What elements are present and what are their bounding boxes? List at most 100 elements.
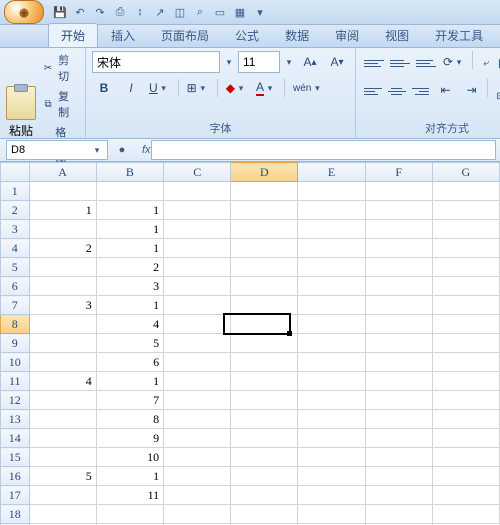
col-header-F[interactable]: F bbox=[365, 163, 432, 182]
orientation-button[interactable]: ⟳▾ bbox=[440, 51, 468, 73]
cell-B18[interactable] bbox=[96, 505, 163, 524]
cell-C5[interactable] bbox=[164, 258, 231, 277]
row-header-15[interactable]: 15 bbox=[1, 448, 30, 467]
cell-G11[interactable] bbox=[432, 372, 499, 391]
col-header-A[interactable]: A bbox=[29, 163, 96, 182]
cell-E16[interactable] bbox=[298, 467, 365, 486]
cell-E14[interactable] bbox=[298, 429, 365, 448]
name-box[interactable]: D8▾ bbox=[6, 140, 108, 160]
formula-input[interactable] bbox=[151, 140, 496, 160]
cell-A7[interactable]: 3 bbox=[29, 296, 96, 315]
cell-A4[interactable]: 2 bbox=[29, 239, 96, 258]
office-button[interactable]: ◉ bbox=[4, 0, 44, 24]
cell-C17[interactable] bbox=[164, 486, 231, 505]
cell-G9[interactable] bbox=[432, 334, 499, 353]
italic-button[interactable]: I bbox=[119, 77, 143, 99]
cell-D6[interactable] bbox=[231, 277, 298, 296]
cell-G5[interactable] bbox=[432, 258, 499, 277]
cell-C15[interactable] bbox=[164, 448, 231, 467]
align-top-button[interactable] bbox=[362, 51, 386, 75]
cell-F6[interactable] bbox=[365, 277, 432, 296]
row-header-2[interactable]: 2 bbox=[1, 201, 30, 220]
cell-B3[interactable]: 1 bbox=[96, 220, 163, 239]
cell-C9[interactable] bbox=[164, 334, 231, 353]
cell-B12[interactable]: 7 bbox=[96, 391, 163, 410]
more-icon[interactable]: ▾ bbox=[252, 4, 268, 20]
row-header-4[interactable]: 4 bbox=[1, 239, 30, 258]
cell-A2[interactable]: 1 bbox=[29, 201, 96, 220]
font-size-combo[interactable]: 11 bbox=[238, 51, 280, 73]
sort-icon[interactable]: ↕ bbox=[132, 4, 148, 20]
cell-D5[interactable] bbox=[231, 258, 298, 277]
cell-C14[interactable] bbox=[164, 429, 231, 448]
cell-B11[interactable]: 1 bbox=[96, 372, 163, 391]
row-header-18[interactable]: 18 bbox=[1, 505, 30, 524]
row-header-13[interactable]: 13 bbox=[1, 410, 30, 429]
col-header-E[interactable]: E bbox=[298, 163, 365, 182]
cell-G14[interactable] bbox=[432, 429, 499, 448]
cell-F5[interactable] bbox=[365, 258, 432, 277]
cell-C2[interactable] bbox=[164, 201, 231, 220]
font-color-button[interactable]: A▾ bbox=[253, 77, 279, 99]
align-center-button[interactable] bbox=[386, 79, 408, 103]
cell-D2[interactable] bbox=[231, 201, 298, 220]
cell-B17[interactable]: 11 bbox=[96, 486, 163, 505]
cell-G18[interactable] bbox=[432, 505, 499, 524]
cell-C10[interactable] bbox=[164, 353, 231, 372]
cell-B8[interactable]: 4 bbox=[96, 315, 163, 334]
cell-F13[interactable] bbox=[365, 410, 432, 429]
cut-button[interactable]: ✂剪切 bbox=[40, 51, 79, 85]
cell-A14[interactable] bbox=[29, 429, 96, 448]
cell-E1[interactable] bbox=[298, 182, 365, 201]
indent-left-button[interactable]: ⇤ bbox=[433, 79, 457, 101]
cell-D12[interactable] bbox=[231, 391, 298, 410]
copy-button[interactable]: ⧉复制 bbox=[40, 87, 79, 121]
cell-A5[interactable] bbox=[29, 258, 96, 277]
cell-F14[interactable] bbox=[365, 429, 432, 448]
cell-G12[interactable] bbox=[432, 391, 499, 410]
border-button[interactable]: ⊞▾ bbox=[184, 77, 212, 99]
cell-B6[interactable]: 3 bbox=[96, 277, 163, 296]
row-header-11[interactable]: 11 bbox=[1, 372, 30, 391]
cancel-formula-button[interactable]: ● bbox=[112, 141, 132, 159]
cell-E2[interactable] bbox=[298, 201, 365, 220]
cell-E3[interactable] bbox=[298, 220, 365, 239]
cell-G3[interactable] bbox=[432, 220, 499, 239]
cell-C4[interactable] bbox=[164, 239, 231, 258]
arrow-icon[interactable]: ↗ bbox=[152, 4, 168, 20]
merge-button[interactable]: ⊟合并 bbox=[492, 79, 500, 113]
tab-data[interactable]: 数据 bbox=[272, 23, 322, 47]
cell-B1[interactable] bbox=[96, 182, 163, 201]
redo-icon[interactable]: ↷ bbox=[92, 4, 108, 20]
cell-C11[interactable] bbox=[164, 372, 231, 391]
page-icon[interactable]: ▭ bbox=[212, 4, 228, 20]
cell-C7[interactable] bbox=[164, 296, 231, 315]
cell-D3[interactable] bbox=[231, 220, 298, 239]
cell-G7[interactable] bbox=[432, 296, 499, 315]
cell-G8[interactable] bbox=[432, 315, 499, 334]
row-header-16[interactable]: 16 bbox=[1, 467, 30, 486]
align-bottom-button[interactable] bbox=[414, 51, 438, 75]
col-header-C[interactable]: C bbox=[164, 163, 231, 182]
cell-E10[interactable] bbox=[298, 353, 365, 372]
cell-E18[interactable] bbox=[298, 505, 365, 524]
cell-G15[interactable] bbox=[432, 448, 499, 467]
cell-A10[interactable] bbox=[29, 353, 96, 372]
fill-color-button[interactable]: ◆▾ bbox=[223, 77, 250, 99]
tab-insert[interactable]: 插入 bbox=[98, 23, 148, 47]
cell-D17[interactable] bbox=[231, 486, 298, 505]
row-header-12[interactable]: 12 bbox=[1, 391, 30, 410]
row-header-3[interactable]: 3 bbox=[1, 220, 30, 239]
cell-F9[interactable] bbox=[365, 334, 432, 353]
cell-F7[interactable] bbox=[365, 296, 432, 315]
cell-E13[interactable] bbox=[298, 410, 365, 429]
tab-layout[interactable]: 页面布局 bbox=[148, 23, 222, 47]
cell-D14[interactable] bbox=[231, 429, 298, 448]
row-header-8[interactable]: 8 bbox=[1, 315, 30, 334]
col-header-G[interactable]: G bbox=[432, 163, 499, 182]
cell-A12[interactable] bbox=[29, 391, 96, 410]
cell-A3[interactable] bbox=[29, 220, 96, 239]
undo-icon[interactable]: ↶ bbox=[72, 4, 88, 20]
cell-D4[interactable] bbox=[231, 239, 298, 258]
cell-C13[interactable] bbox=[164, 410, 231, 429]
